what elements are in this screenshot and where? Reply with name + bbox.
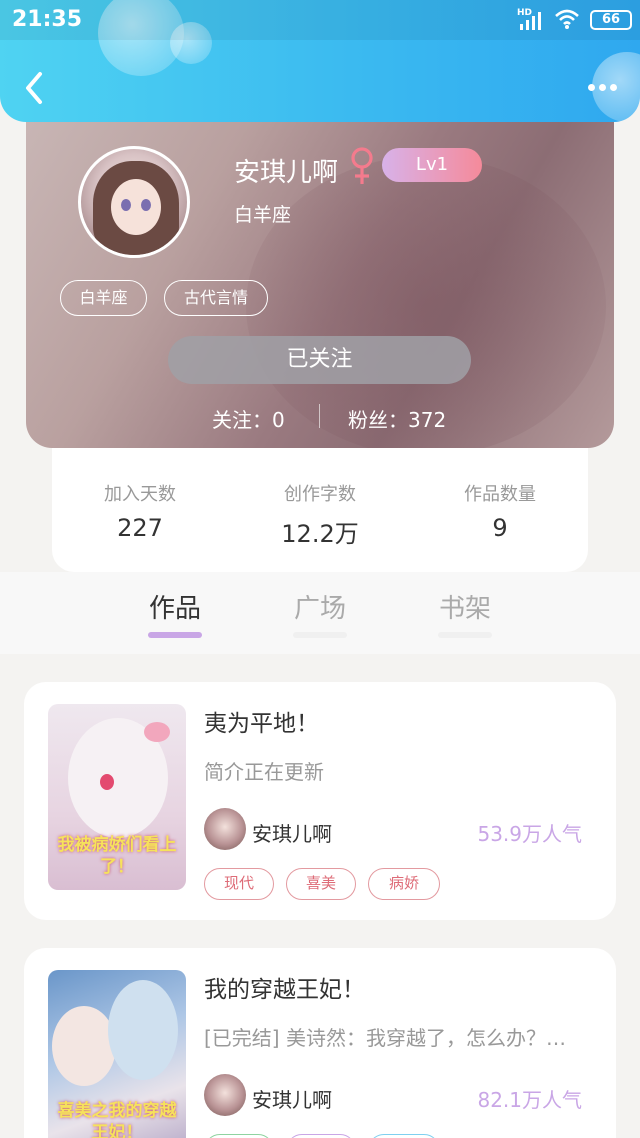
work-card[interactable]: 我被病娇们看上了！ 夷为平地！ 简介正在更新 安琪儿啊 53.9万人气 现代 喜…	[24, 682, 616, 920]
work-tag[interactable]	[204, 1134, 274, 1138]
profile-signature: 白羊座	[234, 204, 292, 226]
popularity: 82.1万人气	[477, 1088, 582, 1112]
more-dot	[610, 84, 617, 91]
popularity: 53.9万人气	[477, 822, 582, 846]
profile-name: 安琪儿啊	[234, 158, 339, 188]
tab-square[interactable]: 广场	[275, 588, 365, 625]
profile-tag[interactable]: 古代言情	[164, 280, 268, 316]
stat-value: 12.2万	[281, 520, 359, 548]
author-avatar[interactable]	[204, 808, 246, 850]
cover-title-text: 喜美之我的穿越王妃！	[57, 1101, 177, 1138]
more-dot	[599, 84, 606, 91]
work-tag[interactable]: 现代	[204, 868, 274, 900]
status-bar: 21:35 HD 66	[0, 0, 640, 40]
work-description: 简介正在更新	[204, 760, 324, 784]
following-count[interactable]: 关注：0	[212, 404, 285, 433]
stat-label: 加入天数	[104, 484, 176, 505]
work-tag[interactable]	[368, 1134, 440, 1138]
work-tag[interactable]	[286, 1134, 356, 1138]
top-header: 21:35 HD 66	[0, 0, 640, 122]
tab-indicator-active	[148, 632, 202, 638]
work-card[interactable]: 喜美之我的穿越王妃！ 我的穿越王妃！ [已完结] 美诗然：我穿越了，怎么办？… …	[24, 948, 616, 1138]
battery-icon: 66	[590, 10, 632, 30]
stat-value: 227	[117, 514, 163, 542]
level-badge: Lv1	[382, 148, 482, 182]
back-button[interactable]	[16, 66, 56, 110]
more-button[interactable]	[586, 76, 626, 100]
tab-works[interactable]: 作品	[130, 588, 220, 625]
cover-character-bow	[144, 722, 170, 742]
profile-avatar[interactable]	[78, 146, 190, 258]
more-dot	[588, 84, 595, 91]
female-icon	[351, 147, 373, 184]
author-name[interactable]: 安琪儿啊	[252, 818, 332, 847]
cover-character-right	[108, 980, 178, 1080]
work-title[interactable]: 我的穿越王妃！	[204, 970, 365, 1004]
status-time: 21:35	[12, 7, 83, 32]
avatar-eye	[121, 199, 131, 211]
cover-character-left	[52, 1006, 116, 1086]
follow-button[interactable]: 已关注	[168, 336, 471, 384]
stats-card: 加入天数 227 创作字数 12.2万 作品数量 9	[52, 446, 588, 572]
profile-tag[interactable]: 白羊座	[60, 280, 147, 316]
stat-label: 创作字数	[284, 484, 356, 505]
cover-character-eye	[100, 774, 114, 790]
stat-label: 作品数量	[464, 484, 536, 505]
author-name[interactable]: 安琪儿啊	[252, 1084, 332, 1113]
tab-indicator	[293, 632, 347, 638]
stat-join-days: 加入天数 227	[70, 480, 210, 542]
tab-bookshelf[interactable]: 书架	[420, 588, 510, 625]
avatar-face	[111, 179, 161, 235]
stat-works-count: 作品数量 9	[430, 480, 570, 542]
fans-count[interactable]: 粉丝：372	[348, 404, 446, 433]
stat-value: 9	[492, 514, 508, 542]
work-cover[interactable]: 喜美之我的穿越王妃！	[48, 970, 186, 1138]
profile-card: 安琪儿啊 Lv1 白羊座 白羊座 古代言情 已关注 关注：0 粉丝：372	[26, 96, 614, 448]
avatar-eye	[141, 199, 151, 211]
author-avatar[interactable]	[204, 1074, 246, 1116]
signal-icon	[520, 12, 541, 30]
work-tag[interactable]: 病娇	[368, 868, 440, 900]
work-tag[interactable]: 喜美	[286, 868, 356, 900]
divider	[319, 404, 320, 428]
work-description: [已完结] 美诗然：我穿越了，怎么办？…	[204, 1026, 566, 1050]
cover-title-text: 我被病娇们看上了！	[57, 835, 177, 877]
wifi-icon	[555, 9, 579, 29]
tab-indicator	[438, 632, 492, 638]
stat-word-count: 创作字数 12.2万	[250, 480, 390, 549]
work-cover[interactable]: 我被病娇们看上了！	[48, 704, 186, 890]
work-title[interactable]: 夷为平地！	[204, 704, 319, 738]
tab-bar: 作品 广场 书架	[0, 572, 640, 654]
